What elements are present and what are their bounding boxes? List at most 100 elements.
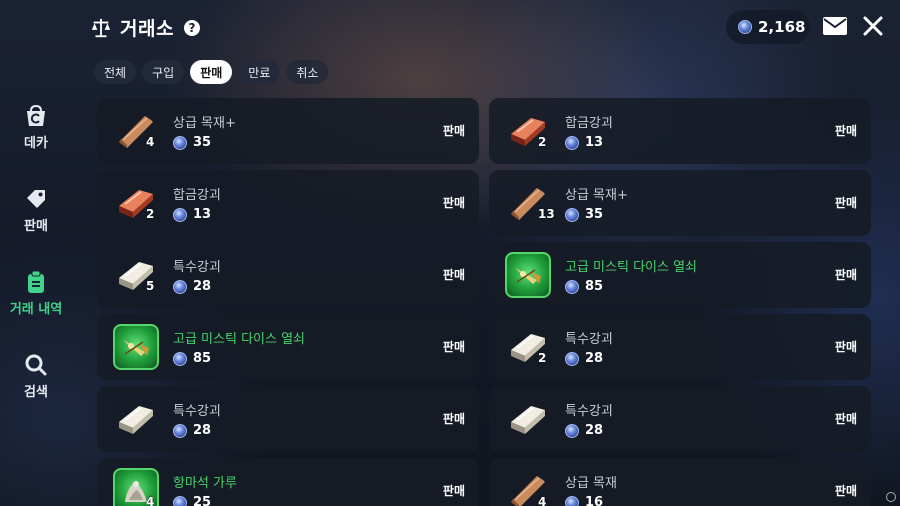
transaction-type-label: 판매 [442, 484, 465, 498]
sidebar-item-label: 판매 [24, 219, 48, 234]
transaction-list[interactable]: 4 상급 목재+ 35 판매 2 합금강괴 13 판매 2 합금강괴 13 판매 13 상급 목재+ 35 판… [97, 98, 871, 506]
help-icon[interactable]: ? [183, 19, 200, 36]
item-icon [505, 396, 551, 442]
crystal-coin-icon [565, 351, 579, 366]
crystal-coin-icon [173, 135, 187, 150]
item-name: 합금강괴 [173, 188, 221, 203]
item-quantity: 2 [538, 351, 547, 365]
item-price-value: 35 [193, 135, 212, 150]
item-name: 특수강괴 [565, 404, 613, 419]
tab-all[interactable]: 전체 [94, 60, 137, 84]
item-price-value: 13 [585, 135, 604, 150]
crystal-coin-icon [565, 423, 579, 438]
item-quantity: 5 [146, 279, 155, 293]
item-price: 85 [173, 351, 211, 366]
item-name: 특수강괴 [173, 260, 221, 275]
transaction-item[interactable]: 2 합금강괴 13 판매 [489, 98, 871, 164]
transaction-type-label: 판매 [442, 124, 465, 138]
transaction-item[interactable]: 고급 미스틱 다이스 열쇠 85 판매 [489, 242, 871, 308]
item-price: 85 [565, 279, 603, 294]
tab-buy[interactable]: 구입 [142, 60, 185, 84]
sidebar-item-history[interactable]: 거래 내역 [0, 270, 72, 317]
item-price-value: 35 [585, 207, 604, 222]
tab-expired[interactable]: 만료 [238, 60, 281, 84]
item-name: 고급 미스틱 다이스 열쇠 [565, 260, 697, 275]
clipboard-icon [28, 270, 44, 293]
transaction-type-label: 판매 [834, 268, 857, 282]
item-name: 특수강괴 [565, 332, 613, 347]
transaction-type-label: 판매 [442, 196, 465, 210]
crystal-coin-icon [173, 207, 187, 222]
crystal-coin-icon [565, 279, 579, 294]
crystal-coin-icon [173, 351, 187, 366]
scale-icon [91, 18, 111, 37]
item-icon [505, 252, 551, 298]
item-price: 28 [173, 279, 211, 294]
item-price-value: 16 [585, 495, 604, 506]
item-name: 상급 목재+ [565, 188, 628, 203]
item-icon [113, 396, 159, 442]
transaction-item[interactable]: 4 상급 목재 16 판매 [489, 458, 871, 506]
item-price: 13 [565, 135, 603, 150]
sidebar-item-sell[interactable]: 판매 [0, 187, 72, 234]
mail-icon[interactable] [822, 15, 848, 37]
transaction-item[interactable]: 5 특수강괴 28 판매 [97, 242, 479, 308]
tab-cancel[interactable]: 취소 [286, 60, 329, 84]
item-quantity: 4 [538, 495, 547, 506]
transaction-type-label: 판매 [834, 196, 857, 210]
transaction-type-label: 판매 [834, 412, 857, 426]
crystal-coin-icon [738, 20, 752, 34]
item-price: 35 [173, 135, 211, 150]
item-name: 고급 미스틱 다이스 열쇠 [173, 332, 305, 347]
transaction-type-label: 판매 [442, 340, 465, 354]
transaction-item[interactable]: 2 합금강괴 13 판매 [97, 170, 479, 236]
item-price-value: 85 [585, 279, 604, 294]
transaction-item[interactable]: 4 항마석 가루 25 판매 [97, 458, 479, 506]
item-quantity: 2 [538, 135, 547, 149]
item-price-value: 85 [193, 351, 212, 366]
header: 거래소 ? 2,168 [0, 0, 900, 56]
item-price-value: 28 [193, 423, 212, 438]
sidebar-item-deka[interactable]: 데카 [0, 104, 72, 151]
item-price: 16 [565, 495, 603, 506]
item-price-value: 28 [585, 351, 604, 366]
crystal-coin-icon [173, 423, 187, 438]
item-price-value: 25 [193, 495, 212, 506]
currency-display: 2,168 [726, 10, 810, 44]
item-name: 합금강괴 [565, 116, 613, 131]
transaction-item[interactable]: 4 상급 목재+ 35 판매 [97, 98, 479, 164]
item-quantity: 4 [146, 135, 155, 149]
currency-value: 2,168 [758, 18, 806, 36]
sidebar-item-search[interactable]: 검색 [0, 353, 72, 400]
sidebar-item-label: 검색 [24, 385, 48, 400]
transaction-item[interactable]: 특수강괴 28 판매 [97, 386, 479, 452]
crystal-coin-icon [565, 495, 579, 506]
item-quantity: 13 [538, 207, 555, 221]
crystal-coin-icon [173, 495, 187, 506]
transaction-item[interactable]: 특수강괴 28 판매 [489, 386, 871, 452]
item-price: 13 [173, 207, 211, 222]
crystal-coin-icon [565, 135, 579, 150]
item-name: 상급 목재+ [173, 116, 236, 131]
item-price: 28 [565, 351, 603, 366]
item-price-value: 28 [585, 423, 604, 438]
sidebar-item-label: 데카 [24, 136, 48, 151]
item-price: 28 [565, 423, 603, 438]
item-price: 25 [173, 495, 211, 506]
tab-sell[interactable]: 판매 [190, 60, 233, 84]
item-name: 특수강괴 [173, 404, 221, 419]
item-name: 항마석 가루 [173, 476, 237, 491]
bag-icon [27, 104, 45, 126]
page-title: 거래소 [120, 18, 174, 40]
settings-indicator-icon [886, 492, 896, 502]
transaction-type-label: 판매 [442, 412, 465, 426]
item-quantity: 4 [146, 495, 155, 506]
transaction-item[interactable]: 13 상급 목재+ 35 판매 [489, 170, 871, 236]
search-icon [25, 354, 47, 376]
transaction-type-label: 판매 [834, 340, 857, 354]
crystal-coin-icon [565, 207, 579, 222]
transaction-item[interactable]: 고급 미스틱 다이스 열쇠 85 판매 [97, 314, 479, 380]
transaction-item[interactable]: 2 특수강괴 28 판매 [489, 314, 871, 380]
close-icon[interactable] [862, 15, 884, 37]
item-icon [113, 324, 159, 370]
